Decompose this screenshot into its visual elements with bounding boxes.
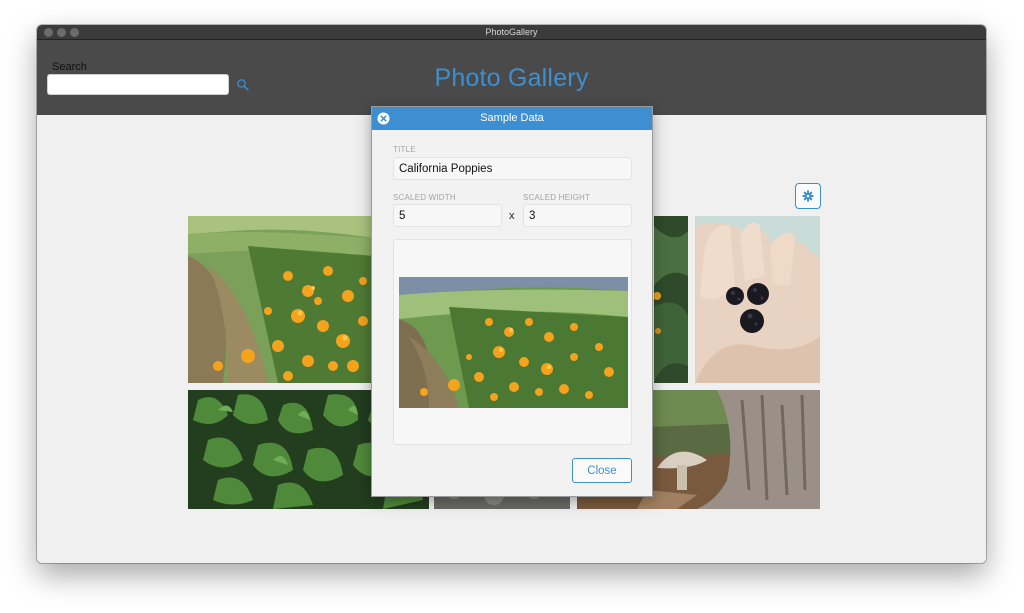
photo-california-poppies[interactable] bbox=[188, 216, 373, 383]
dialog-title: Sample Data bbox=[480, 112, 544, 124]
gear-icon bbox=[802, 190, 814, 202]
page-title: Photo Gallery bbox=[434, 64, 589, 92]
app-header: Search Photo Gallery bbox=[37, 40, 986, 115]
foliage-image bbox=[654, 216, 688, 383]
scaled-height-field[interactable] bbox=[523, 204, 632, 227]
scaled-height-label: SCALED HEIGHT bbox=[523, 193, 591, 202]
image-preview-panel bbox=[393, 239, 632, 445]
title-bar: PhotoGallery bbox=[37, 25, 986, 40]
title-field[interactable] bbox=[393, 157, 632, 180]
close-circle-icon[interactable] bbox=[377, 112, 390, 125]
photo-foliage[interactable] bbox=[654, 216, 688, 383]
poppies-preview-image bbox=[399, 277, 628, 408]
settings-button[interactable] bbox=[795, 183, 821, 209]
scaled-width-label: SCALED WIDTH bbox=[393, 193, 456, 202]
times-symbol: x bbox=[509, 210, 515, 222]
preview-image bbox=[399, 277, 628, 408]
sample-data-dialog: Sample Data TITLE SCALED WIDTH x SCALED … bbox=[371, 106, 653, 497]
photo-blackberries[interactable] bbox=[695, 216, 820, 383]
scaled-width-field[interactable] bbox=[393, 204, 502, 227]
blackberries-image bbox=[695, 216, 820, 383]
dialog-header: Sample Data bbox=[372, 107, 652, 130]
window-title: PhotoGallery bbox=[485, 27, 538, 37]
title-field-label: TITLE bbox=[393, 145, 416, 154]
poppies-image bbox=[188, 216, 373, 383]
close-button[interactable]: Close bbox=[572, 458, 632, 483]
